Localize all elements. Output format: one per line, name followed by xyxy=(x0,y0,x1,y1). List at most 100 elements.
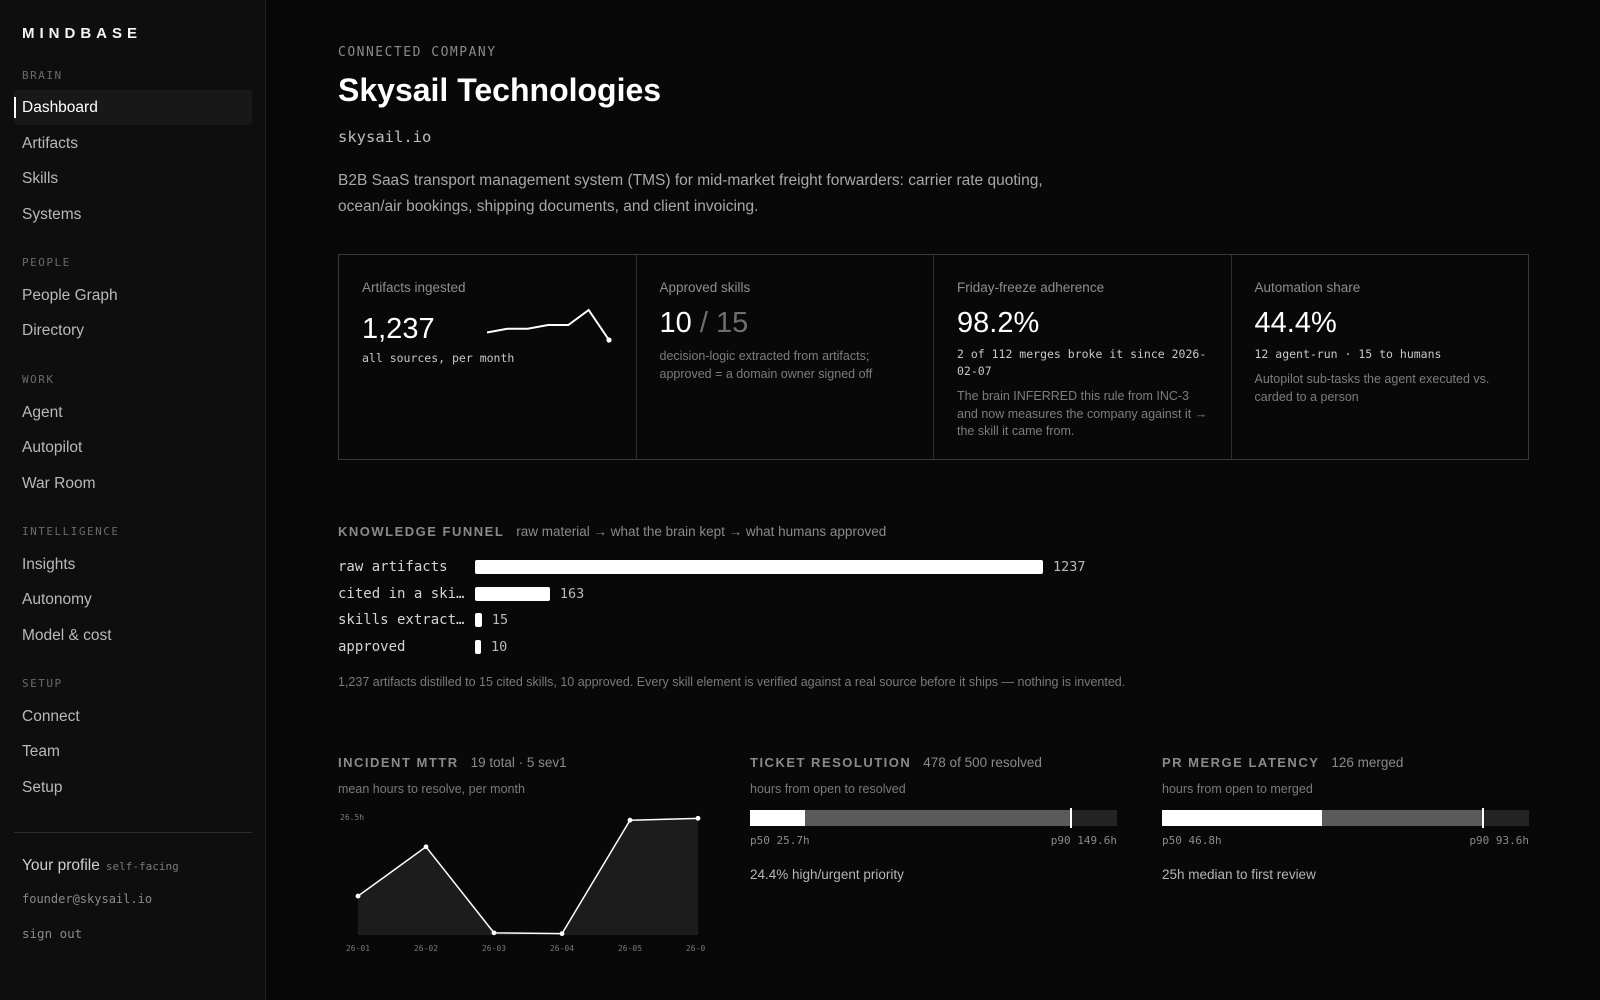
sidebar-item-connect[interactable]: Connect xyxy=(14,699,252,734)
funnel-row-label: cited in a ski… xyxy=(338,585,465,602)
profile-link[interactable]: Your profile self-facing xyxy=(22,857,179,875)
mttr-data-point xyxy=(491,930,497,936)
company-domain: skysail.io xyxy=(338,128,432,146)
tickets-percentiles: p50 25.7h p90 149.6h xyxy=(750,834,1117,847)
sidebar-item-model-cost[interactable]: Model & cost xyxy=(14,618,252,653)
kpi-label: Friday-freeze adherence xyxy=(957,280,1105,295)
sidebar-item-dashboard[interactable]: Dashboard xyxy=(14,90,252,125)
sidebar-item-autonomy[interactable]: Autonomy xyxy=(14,582,252,617)
pr-latency-bar xyxy=(1162,808,1529,828)
funnel-bar xyxy=(475,640,481,655)
sidebar-item-setup[interactable]: Setup xyxy=(14,770,252,805)
pr-p90-label: p90 93.6h xyxy=(1469,834,1529,847)
mttr-x-tick-label: 26-06 xyxy=(686,944,705,953)
funnel-row-value: 163 xyxy=(559,585,585,602)
funnel-row: approved 10 xyxy=(338,639,507,655)
kpi-value-total: / 15 xyxy=(699,307,749,339)
funnel-subtitle: raw material → what the brain kept → wha… xyxy=(516,524,887,539)
sidebar-item-skills[interactable]: Skills xyxy=(14,161,252,196)
brand-logo[interactable]: MINDBASE xyxy=(22,25,142,42)
section-setup: SETUP xyxy=(22,677,63,690)
funnel-row-value: 15 xyxy=(491,612,509,629)
tickets-p50-fill xyxy=(750,810,806,826)
funnel-row-label: skills extract… xyxy=(338,612,465,629)
profile-label: Your profile xyxy=(22,857,100,874)
profile-email: founder@skysail.io xyxy=(22,892,153,906)
pr-title: PR MERGE LATENCY xyxy=(1162,755,1320,770)
mttr-x-ticks: 26-01 26-02 26-03 26-04 26-05 26-06 xyxy=(346,944,710,953)
funnel-row: cited in a ski… 163 xyxy=(338,586,584,602)
incident-mttr-panel: INCIDENT MTTR 19 total · 5 sev1 mean hour… xyxy=(338,754,710,969)
sidebar-item-insights[interactable]: Insights xyxy=(14,547,252,582)
funnel-row-value: 1237 xyxy=(1053,559,1086,575)
pr-meta: 126 merged xyxy=(1331,755,1404,770)
artifacts-sparkline xyxy=(486,308,612,343)
kpi-friday-freeze[interactable]: Friday-freeze adherence 98.2% 2 of 112 m… xyxy=(934,255,1232,459)
funnel-row: skills extract… 15 xyxy=(338,612,508,628)
pr-p50-label: p50 46.8h xyxy=(1162,834,1222,847)
profile-tag: self-facing xyxy=(105,860,179,873)
funnel-header: KNOWLEDGE FUNNEL raw material → what the … xyxy=(338,523,886,541)
kpi-grid: Artifacts ingested 1,237 all sources, pe… xyxy=(338,254,1529,460)
tickets-meta: 478 of 500 resolved xyxy=(923,755,1042,770)
kpi-artifacts[interactable]: Artifacts ingested 1,237 all sources, pe… xyxy=(339,255,637,459)
tickets-note: 24.4% high/urgent priority xyxy=(750,867,904,882)
mttr-data-point xyxy=(559,931,565,937)
funnel-row-value: 10 xyxy=(491,639,508,656)
mttr-x-tick-label: 26-03 xyxy=(482,944,506,953)
mttr-area xyxy=(358,818,698,934)
section-people: PEOPLE xyxy=(22,256,71,269)
section-brain: BRAIN xyxy=(22,69,63,82)
mttr-ymax-label: 26.5h xyxy=(340,813,364,822)
sidebar: MINDBASE BRAIN Dashboard Artifacts Skill… xyxy=(0,0,266,1000)
mttr-data-point xyxy=(627,817,633,823)
kpi-caption: 2 of 112 merges broke it since 2026-02-0… xyxy=(957,347,1207,378)
sidebar-divider xyxy=(14,832,252,833)
pr-merge-latency-panel: PR MERGE LATENCY 126 merged hours from op… xyxy=(1162,754,1529,882)
sidebar-item-war-room[interactable]: War Room xyxy=(14,466,252,501)
mttr-data-point xyxy=(695,815,701,821)
kpi-label: Artifacts ingested xyxy=(362,280,466,295)
funnel-bar xyxy=(475,613,482,628)
funnel-footnote: 1,237 artifacts distilled to 15 cited sk… xyxy=(338,675,1126,689)
kpi-caption: 12 agent-run · 15 to humans xyxy=(1254,347,1442,361)
kpi-automation-share[interactable]: Automation share 44.4% 12 agent-run · 15… xyxy=(1232,255,1529,459)
page-eyebrow: CONNECTED COMPANY xyxy=(338,45,497,60)
mttr-title: INCIDENT MTTR xyxy=(338,755,459,770)
funnel-bar xyxy=(475,586,550,601)
kpi-value-approved: 10 xyxy=(659,307,692,339)
sidebar-item-team[interactable]: Team xyxy=(14,734,252,769)
tickets-p90-marker xyxy=(1070,808,1073,828)
sparkline-end-point xyxy=(606,337,612,343)
sidebar-item-autopilot[interactable]: Autopilot xyxy=(14,430,252,465)
section-intelligence: INTELLIGENCE xyxy=(22,525,120,538)
pr-p50-fill xyxy=(1162,810,1322,826)
tickets-p90-label: p90 149.6h xyxy=(1050,834,1117,847)
sidebar-item-people-graph[interactable]: People Graph xyxy=(14,278,252,313)
tickets-title: TICKET RESOLUTION xyxy=(750,755,912,770)
pr-percentiles: p50 46.8h p90 93.6h xyxy=(1162,834,1529,847)
mttr-subtitle: mean hours to resolve, per month xyxy=(338,782,525,796)
section-work: WORK xyxy=(22,373,55,386)
mttr-x-tick-label: 26-04 xyxy=(550,944,574,953)
mttr-x-tick-label: 26-01 xyxy=(346,944,370,953)
kpi-label: Approved skills xyxy=(659,280,751,295)
mttr-data-point xyxy=(355,893,361,899)
kpi-label: Automation share xyxy=(1254,280,1361,295)
kpi-caption: all sources, per month xyxy=(362,351,515,365)
kpi-value: 10 / 15 xyxy=(660,307,911,340)
company-description: B2B SaaS transport management system (TM… xyxy=(338,172,1043,215)
sidebar-item-agent[interactable]: Agent xyxy=(14,395,252,430)
kpi-skills[interactable]: Approved skills 10 / 15 decision-logic e… xyxy=(637,255,934,459)
sign-out-link[interactable]: sign out xyxy=(22,926,82,941)
funnel-row-label: approved xyxy=(338,639,406,656)
kpi-note: decision-logic extracted from artifacts;… xyxy=(659,349,873,381)
funnel-row-label: raw artifacts xyxy=(338,559,448,575)
mttr-x-tick-label: 26-05 xyxy=(618,944,642,953)
sidebar-item-artifacts[interactable]: Artifacts xyxy=(14,126,252,161)
sidebar-item-systems[interactable]: Systems xyxy=(14,197,252,232)
pr-subtitle: hours from open to merged xyxy=(1162,782,1313,796)
funnel-row: raw artifacts 1237 xyxy=(338,559,1086,575)
sidebar-item-directory[interactable]: Directory xyxy=(14,313,252,348)
page-title: Skysail Technologies xyxy=(338,72,662,108)
